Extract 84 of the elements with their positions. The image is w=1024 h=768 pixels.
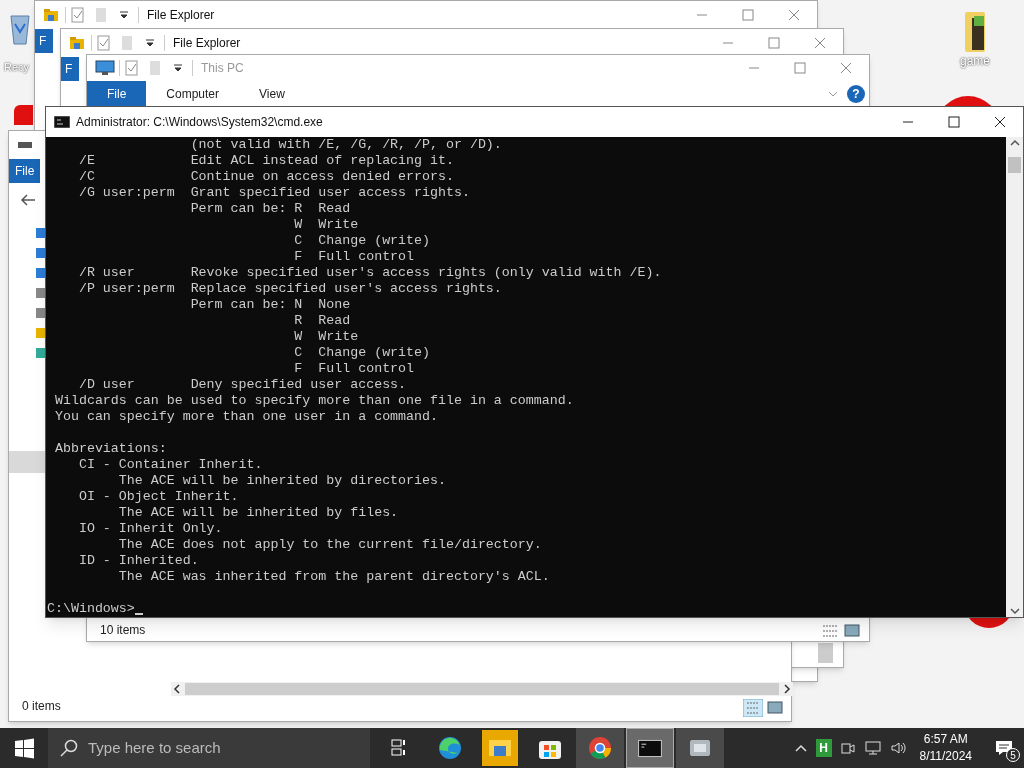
nav-item-icon[interactable] <box>36 267 46 279</box>
status-text: 10 items <box>100 622 146 639</box>
nav-item-icon[interactable] <box>36 307 46 319</box>
window-title: File Explorer <box>147 7 215 24</box>
volume-icon[interactable] <box>889 740 908 756</box>
status-text: 0 items <box>22 698 61 715</box>
large-icons-view-icon[interactable] <box>765 699 785 717</box>
window-title: This PC <box>201 60 244 77</box>
console-line: Wildcards can be used to specify more than one file in a command. <box>53 393 574 409</box>
console-line: F Full control <box>293 249 415 265</box>
console-line: ID - Inherited. <box>77 553 199 569</box>
scroll-right-icon[interactable] <box>781 683 793 695</box>
notifications-button[interactable]: 5 <box>984 728 1024 768</box>
horizontal-scrollbar[interactable] <box>171 682 793 696</box>
console-line: Perm can be: N None <box>189 297 351 313</box>
console-line: The ACE was inherited from the parent directory's ACL. <box>117 569 550 585</box>
nav-item-icon[interactable] <box>36 247 46 259</box>
nav-item-icon[interactable] <box>36 327 46 339</box>
search-placeholder: Type here to search <box>88 737 221 758</box>
customize-dropdown-icon[interactable] <box>172 62 184 74</box>
command-prompt[interactable]: C:\Windows> <box>47 601 135 617</box>
nav-item-icon[interactable] <box>36 227 46 239</box>
window-title: File Explorer <box>173 35 241 52</box>
clock[interactable]: 6:57 AM 8/11/2024 <box>915 731 976 765</box>
console-line: (not valid with /E, /G, /R, /P, or /D). <box>189 137 502 153</box>
app-app-icon[interactable] <box>676 728 724 768</box>
console-line: C Change (write) <box>293 345 430 361</box>
console-line: You can specify more than one user in a command. <box>53 409 438 425</box>
large-icons-view-icon[interactable] <box>843 623 861 639</box>
back-arrow-icon[interactable] <box>20 193 36 207</box>
properties-icon[interactable] <box>96 35 112 51</box>
console-line: /D user Deny specified user access. <box>77 377 407 393</box>
vertical-scrollbar[interactable] <box>1006 137 1023 617</box>
computer-icon[interactable] <box>95 60 115 76</box>
console-line: /C Continue on access denied errors. <box>77 169 454 185</box>
console-icon[interactable] <box>54 116 70 128</box>
ribbon-tab[interactable]: F <box>35 29 53 53</box>
console-line: C Change (write) <box>293 233 430 249</box>
properties-icon[interactable] <box>124 60 140 76</box>
icon-label: game <box>960 54 990 68</box>
console-line: F Full control <box>293 361 415 377</box>
ribbon-tab[interactable]: F <box>61 57 79 81</box>
customize-dropdown-icon[interactable] <box>118 9 130 21</box>
console-line: IO - Inherit Only. <box>77 521 223 537</box>
console-line: /P user:perm Replace specified user's access rights. <box>77 281 502 297</box>
scroll-left-icon[interactable] <box>171 683 183 695</box>
console-line: W Write <box>293 329 359 345</box>
console-line: Perm can be: R Read <box>189 201 351 217</box>
console-line: W Write <box>293 217 359 233</box>
scrollbar-thumb[interactable] <box>1008 157 1021 173</box>
console-line: The ACE will be inherited by files. <box>117 505 399 521</box>
console-line: CI - Container Inherit. <box>77 457 263 473</box>
nav-item-icon[interactable] <box>36 287 46 299</box>
console-line: The ACE will be inherited by directories. <box>117 473 446 489</box>
drive-icon[interactable] <box>17 139 33 151</box>
console-line: Abbreviations: <box>53 441 167 457</box>
file-tab[interactable]: File <box>9 159 41 183</box>
console-line: /G user:perm Grant specified user access rights. <box>77 185 470 201</box>
notification-count: 5 <box>1006 748 1020 762</box>
scrollbar-thumb[interactable] <box>185 683 779 695</box>
icon-label: Recy <box>4 60 30 74</box>
ribbon-tab[interactable]: File <box>87 81 147 107</box>
window-title: Administrator: C:\Windows\System32\cmd.exe <box>76 114 323 131</box>
scroll-down-icon[interactable] <box>1008 605 1021 617</box>
nav-item-icon[interactable] <box>36 347 46 359</box>
cmd-app-icon[interactable] <box>626 728 674 768</box>
network-icon[interactable] <box>863 740 882 756</box>
console-line: The ACE does not apply to the current file/directory. <box>117 537 542 553</box>
tray-app-button[interactable]: H <box>815 739 832 757</box>
console-line: /E Edit ACL instead of replacing it. <box>77 153 454 169</box>
search-icon <box>60 739 78 757</box>
chrome-app-icon[interactable] <box>576 728 624 768</box>
ribbon-tab[interactable]: View <box>239 81 305 107</box>
search-box[interactable]: Type here to search <box>48 728 370 768</box>
help-button[interactable]: ? <box>847 85 865 103</box>
text-cursor <box>134 613 143 615</box>
camera-icon[interactable] <box>839 740 856 756</box>
console-line: /R user Revoke specified user's access rights (only valid with /E). <box>77 265 662 281</box>
properties-icon[interactable] <box>70 7 86 23</box>
console-line: OI - Object Inherit. <box>77 489 239 505</box>
console-line: R Read <box>293 313 351 329</box>
ribbon-tab[interactable]: Computer <box>146 81 240 107</box>
scrollbar-thumb[interactable] <box>818 643 833 663</box>
customize-dropdown-icon[interactable] <box>144 37 156 49</box>
